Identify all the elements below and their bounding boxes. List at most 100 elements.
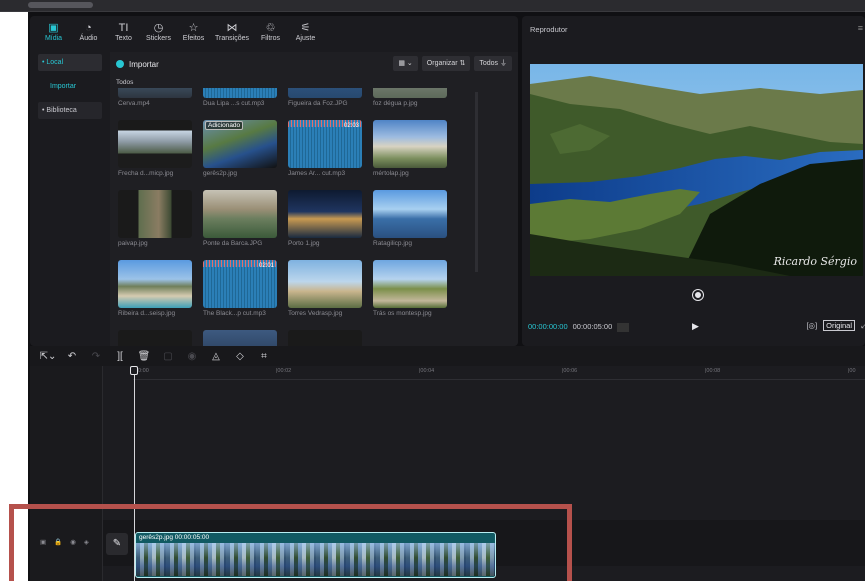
redo-icon[interactable]: ↷ [84, 351, 108, 362]
crop-icon[interactable]: ⌗ [252, 351, 276, 362]
media-item[interactable]: 02:01 The Black...p cut.mp3 [201, 258, 279, 318]
aspect-ratio-button[interactable]: Original [823, 320, 855, 331]
media-item-name: Porto 1.jpg [288, 240, 320, 247]
total-time: 00:00:05:00 [572, 322, 613, 331]
media-item-name: foz dégua p.jpg [373, 100, 418, 107]
media-grid: Cerva.mp4 Dua Lipa ...s cut.mp3 Figueira… [116, 88, 456, 346]
sidebar-item-local[interactable]: • Local [38, 54, 102, 71]
tab-audio[interactable]: ◔ Áudio [71, 16, 106, 48]
duration-label: 02:03 [343, 123, 359, 129]
expand-icon[interactable]: ⤢ [861, 321, 865, 331]
media-thumbnail [118, 120, 192, 168]
current-time: 00:00:00:00 [528, 322, 568, 331]
added-badge: Adicionado [205, 121, 244, 130]
audio-icon: ◔ [85, 22, 92, 34]
media-item[interactable]: Figueira da Foz.JPG [286, 88, 364, 108]
organize-button[interactable]: Organizar ⇅ [421, 56, 471, 71]
media-icon: ▣ [48, 22, 59, 34]
player-title: Reprodutor [530, 25, 568, 34]
top-scrollbar[interactable] [28, 2, 93, 8]
media-thumbnail [203, 330, 277, 346]
filter-all-button[interactable]: Todos ⏚ [474, 56, 512, 71]
player-controls: [◎] Original ⤢ [806, 320, 865, 331]
media-item[interactable]: paivap.jpg [116, 188, 194, 248]
view-mode-button[interactable]: ▦ ⌄ [393, 56, 418, 71]
tab-bar: ▣ Mídia ◔ Áudio TI Texto ◷ Stickers ☆ Efeitos… [30, 16, 518, 48]
fullscreen-crop-icon[interactable]: [◎] [806, 321, 817, 330]
media-item-name: mértolap.jpg [373, 170, 409, 177]
tab-stickers[interactable]: ◷ Stickers [141, 16, 176, 48]
media-item-name: Trás os montesp.jpg [373, 310, 432, 317]
sidebar-item-import[interactable]: Importar [38, 78, 102, 95]
media-thumbnail [288, 330, 362, 346]
sidebar-item-library[interactable]: • Biblioteca [38, 102, 102, 119]
menu-icon[interactable]: ≡ [858, 23, 863, 33]
freeze-icon[interactable]: ▢ [156, 351, 180, 362]
ruler-label: |00 [848, 368, 856, 374]
media-item[interactable]: Torres Vedrasp.jpg [286, 258, 364, 318]
media-item[interactable]: Frecha d...micp.jpg [116, 118, 194, 178]
tab-filters[interactable]: ♲ Filtros [253, 16, 288, 48]
rotate-icon[interactable]: ◇ [228, 351, 252, 362]
preview-scrub-handle[interactable] [693, 290, 703, 300]
media-item-name: Figueira da Foz.JPG [288, 100, 348, 107]
delete-icon[interactable]: 🗑 [132, 351, 156, 362]
tab-media[interactable]: ▣ Mídia [36, 16, 71, 48]
record-icon[interactable]: ◉ [180, 351, 204, 362]
media-sidebar: • Local Importar • Biblioteca [38, 54, 102, 342]
playhead-handle[interactable] [130, 366, 138, 375]
media-item[interactable]: foz dégua p.jpg [371, 88, 449, 108]
media-item-name: gerês2p.jpg [203, 170, 237, 177]
media-thumbnail [288, 88, 362, 98]
play-button[interactable]: ▶ [692, 321, 699, 332]
media-item[interactable] [201, 328, 279, 346]
media-item[interactable]: Ratagilicp.jpg [371, 188, 449, 248]
media-item[interactable]: Ribeira d...seisp.jpg [116, 258, 194, 318]
media-item[interactable]: Porto 1.jpg [286, 188, 364, 248]
timeline-toolbar: ⇱⌄ ↶ ↷ ][ 🗑 ▢ ◉ ◬ ◇ ⌗ [30, 346, 865, 366]
section-label: Todos [116, 79, 134, 86]
media-scrollbar[interactable] [475, 92, 478, 272]
media-item[interactable]: Dua Lipa ...s cut.mp3 [201, 88, 279, 108]
tab-adjust[interactable]: ⚟ Ajuste [288, 16, 323, 48]
text-icon: TI [118, 22, 129, 34]
tab-text[interactable]: TI Texto [106, 16, 141, 48]
media-item[interactable]: Adicionado gerês2p.jpg [201, 118, 279, 178]
media-thumbnail [118, 260, 192, 308]
video-editor-app: ▣ Mídia ◔ Áudio TI Texto ◷ Stickers ☆ Efeitos… [28, 12, 865, 581]
tab-effects[interactable]: ☆ Efeitos [176, 16, 211, 48]
mirror-icon[interactable]: ◬ [204, 351, 228, 362]
media-thumbnail: Adicionado [203, 120, 277, 168]
media-item-name: Ribeira d...seisp.jpg [118, 310, 176, 317]
media-item[interactable]: Cerva.mp4 [116, 88, 194, 108]
media-content: Importar ▦ ⌄ Organizar ⇅ Todos ⏚ Todos C… [110, 52, 518, 346]
time-ruler[interactable]: 00:00 |00:02 |00:04 |00:06 |00:08 |00 [133, 366, 865, 380]
media-item[interactable] [116, 328, 194, 346]
sort-icon: ⇅ [459, 60, 466, 67]
media-item-name: Frecha d...micp.jpg [118, 170, 174, 177]
split-icon[interactable]: ][ [108, 351, 132, 362]
ruler-label: |00:06 [562, 368, 578, 374]
player-panel: Reprodutor ≡ Ricardo Sérgio 00:00:00:00 … [522, 16, 865, 346]
media-item[interactable]: Trás os montesp.jpg [371, 258, 449, 318]
media-item[interactable]: 02:03 James Ar... cut.mp3 [286, 118, 364, 178]
window-top-bar [0, 0, 865, 12]
media-item-name: paivap.jpg [118, 240, 148, 247]
cursor-select-icon[interactable]: ⇱⌄ [36, 351, 60, 362]
tab-transitions[interactable]: ⋈ Transições [211, 16, 253, 48]
ruler-label: |00:04 [419, 368, 435, 374]
media-item[interactable]: Ponte da Barca.JPG [201, 188, 279, 248]
media-thumbnail [373, 88, 447, 98]
media-item[interactable] [286, 328, 364, 346]
undo-icon[interactable]: ↶ [60, 351, 84, 362]
ruler-label: |00:02 [276, 368, 292, 374]
media-item[interactable]: mértolap.jpg [371, 118, 449, 178]
import-button[interactable]: Importar [116, 57, 159, 71]
ruler-label: |00:08 [705, 368, 721, 374]
photo-signature: Ricardo Sérgio [773, 255, 857, 268]
highlight-annotation [9, 504, 572, 581]
filters-icon: ♲ [265, 22, 276, 34]
media-panel: ▣ Mídia ◔ Áudio TI Texto ◷ Stickers ☆ Efeitos… [30, 16, 518, 346]
media-thumbnail [373, 190, 447, 238]
duration-label: 02:01 [258, 263, 274, 269]
